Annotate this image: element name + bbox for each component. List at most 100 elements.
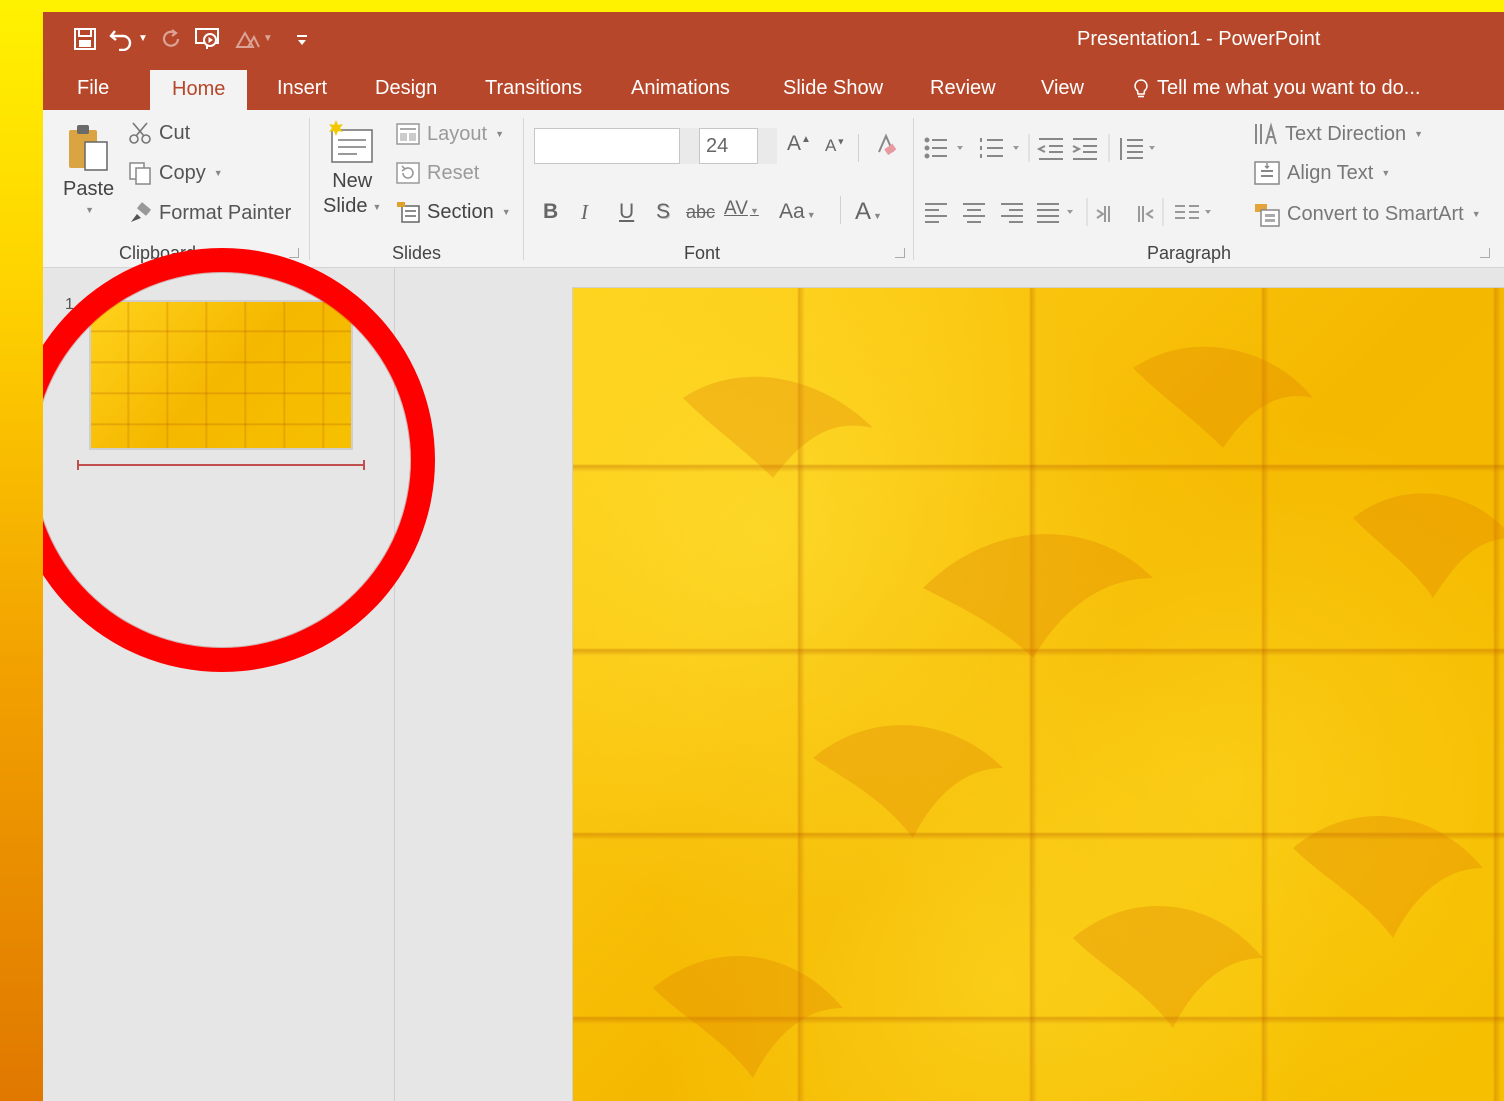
ribbon-home: Paste ▼ Cut Copy ▼ Format Painter Clipbo… [43, 110, 1504, 268]
tab-design[interactable]: Design [375, 77, 437, 100]
change-case-dropdown-icon[interactable]: ▼ [807, 210, 816, 220]
align-text-dropdown-icon[interactable]: ▼ [1381, 168, 1390, 178]
smartart-icon [1255, 204, 1280, 227]
title-bar: ▼ ▼ Presentation1 - PowerPoint [43, 12, 1504, 68]
decrease-font-size-button[interactable]: A▼ [825, 136, 845, 156]
numbering-icon[interactable] [980, 138, 1003, 158]
new-slide-dropdown-icon[interactable]: ▼ [372, 202, 381, 212]
align-left-icon[interactable] [925, 203, 947, 223]
bullets-icon[interactable] [924, 137, 948, 159]
tab-view[interactable]: View [1041, 77, 1084, 100]
font-dialog-launcher[interactable] [895, 248, 905, 258]
font-name-input[interactable] [534, 128, 699, 164]
decrease-indent-icon[interactable] [1036, 138, 1063, 160]
accessibility-dropdown-icon[interactable]: ▼ [263, 34, 273, 44]
accessibility-icon[interactable]: ▼ [234, 28, 273, 50]
italic-button[interactable]: I [581, 200, 588, 225]
tell-me-box[interactable]: Tell me what you want to do... [1133, 77, 1420, 100]
slide-background-image [573, 288, 1504, 1101]
reset-icon [396, 162, 420, 184]
tab-insert[interactable]: Insert [277, 77, 327, 100]
align-right-icon[interactable] [1001, 203, 1023, 223]
underline-button[interactable]: U [619, 200, 634, 224]
cut-button[interactable]: Cut [127, 120, 190, 146]
align-text-button[interactable]: Align Text ▼ [1253, 160, 1390, 186]
font-name-dropdown-icon[interactable] [679, 128, 699, 164]
section-button[interactable]: Section ▼ [395, 200, 511, 224]
paintbrush-icon [131, 202, 151, 222]
tab-review[interactable]: Review [930, 77, 996, 100]
format-painter-button[interactable]: Format Painter [127, 200, 291, 226]
copy-icon [129, 162, 151, 185]
line-spacing-icon[interactable] [1120, 138, 1143, 160]
right-to-left-icon[interactable] [1138, 206, 1154, 222]
align-text-label: Align Text [1287, 161, 1374, 184]
layout-button[interactable]: Layout ▼ [395, 122, 504, 146]
copy-button[interactable]: Copy ▼ [127, 160, 223, 186]
convert-to-smartart-button[interactable]: Convert to SmartArt ▼ [1253, 200, 1481, 228]
paragraph-dialog-launcher[interactable] [1480, 248, 1490, 258]
paragraph-group-label: Paragraph [1147, 243, 1232, 263]
reset-button[interactable]: Reset [395, 161, 479, 185]
paste-button[interactable]: Paste ▼ [63, 122, 114, 215]
redo-icon[interactable] [160, 28, 182, 50]
powerpoint-window: ▼ ▼ Presentation1 - PowerPoint File Home… [43, 12, 1504, 1101]
section-dropdown-icon[interactable]: ▼ [502, 207, 511, 217]
align-center-icon[interactable] [963, 203, 985, 223]
text-direction-button[interactable]: Text Direction ▼ [1253, 120, 1423, 148]
slides-group-label: Slides [392, 243, 442, 263]
align-text-icon [1254, 161, 1280, 185]
text-direction-dropdown-icon[interactable]: ▼ [1414, 129, 1423, 139]
character-spacing-dropdown-icon[interactable]: ▼ [750, 206, 759, 216]
character-spacing-label: AV [724, 198, 748, 219]
new-slide-button[interactable]: New Slide ▼ [323, 118, 381, 218]
tab-file[interactable]: File [77, 77, 109, 100]
paragraph-top-row [924, 134, 1155, 162]
section-label: Section [427, 200, 494, 223]
cut-label: Cut [159, 121, 191, 144]
increase-font-size-button[interactable]: A▲ [787, 132, 811, 156]
bold-button[interactable]: B [543, 200, 558, 224]
character-spacing-button[interactable]: AV ▼ [724, 198, 759, 220]
paste-dropdown-icon[interactable]: ▼ [85, 205, 94, 215]
font-color-dropdown-icon[interactable]: ▼ [873, 211, 882, 221]
change-case-label: Aa [779, 200, 805, 223]
new-slide-icon [329, 120, 374, 163]
smartart-dropdown-icon[interactable]: ▼ [1472, 209, 1481, 219]
font-color-label: A [855, 198, 872, 225]
increase-indent-icon[interactable] [1072, 138, 1097, 160]
quick-access-toolbar: ▼ ▼ [73, 22, 309, 56]
copy-dropdown-icon[interactable]: ▼ [214, 168, 223, 178]
font-color-button[interactable]: A ▼ [855, 198, 882, 226]
clear-formatting-button[interactable] [873, 132, 899, 164]
start-from-beginning-icon[interactable] [194, 26, 222, 52]
slide-canvas[interactable] [572, 287, 1504, 1101]
reset-label: Reset [427, 161, 480, 184]
font-separator [858, 134, 859, 162]
paste-icon [68, 125, 108, 171]
tab-home[interactable]: Home [150, 70, 248, 110]
undo-icon[interactable]: ▼ [109, 27, 148, 51]
tab-transitions[interactable]: Transitions [485, 77, 582, 100]
tab-animations[interactable]: Animations [631, 77, 730, 100]
justify-icon[interactable] [1037, 203, 1059, 223]
change-case-button[interactable]: Aa ▼ [779, 200, 816, 224]
left-to-right-icon[interactable] [1096, 206, 1110, 222]
slide-thumbnail[interactable] [89, 300, 353, 450]
undo-dropdown-icon[interactable]: ▼ [138, 34, 148, 44]
tab-slide-show[interactable]: Slide Show [783, 77, 883, 100]
strikethrough-button[interactable]: abc [686, 202, 715, 223]
new-slide-label-2: Slide [323, 195, 368, 217]
layout-label: Layout [427, 122, 488, 145]
clipboard-dialog-launcher[interactable] [289, 248, 299, 258]
save-icon[interactable] [73, 27, 97, 51]
columns-icon[interactable] [1175, 205, 1199, 219]
font-size-dropdown-icon[interactable] [757, 128, 777, 164]
scissors-icon [129, 122, 151, 144]
text-shadow-button[interactable]: S [656, 200, 670, 224]
format-painter-label: Format Painter [159, 201, 292, 224]
thumbnail-background-image [91, 302, 351, 448]
customize-qat-icon[interactable] [295, 31, 309, 47]
decrease-font-label: A [825, 136, 837, 155]
layout-dropdown-icon[interactable]: ▼ [495, 129, 504, 139]
